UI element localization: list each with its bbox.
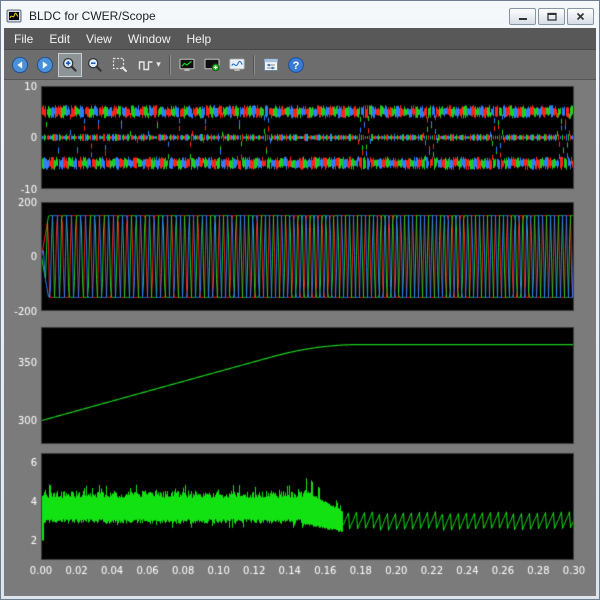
scope-plots-canvas[interactable] — [4, 80, 596, 596]
menubar: File Edit View Window Help — [4, 28, 596, 50]
help-circle-icon: ? — [287, 56, 305, 74]
close-button[interactable] — [567, 8, 594, 25]
minimize-button[interactable] — [509, 8, 536, 25]
toolbar-separator — [169, 55, 171, 75]
maximize-icon — [547, 12, 557, 21]
scope-client-area: File Edit View Window Help — [4, 28, 596, 596]
chevron-down-icon: ▾ — [156, 60, 161, 69]
maximize-button[interactable] — [538, 8, 565, 25]
axes-scaling-icon — [137, 56, 155, 74]
arrow-left-circle-icon — [11, 56, 29, 74]
menu-view[interactable]: View — [78, 30, 120, 48]
dashed-rect-magnifier-icon — [111, 56, 129, 74]
titlebar[interactable]: BLDC for CWER/Scope — [4, 4, 596, 28]
menu-help[interactable]: Help — [179, 30, 220, 48]
help-button[interactable]: ? — [284, 53, 308, 77]
highlight-block-button[interactable] — [225, 53, 249, 77]
close-icon — [576, 12, 585, 21]
dark-monitor-trace-icon — [178, 56, 196, 74]
zoom-region-button[interactable] — [108, 53, 132, 77]
back-button[interactable] — [8, 53, 32, 77]
arrow-right-circle-icon — [36, 56, 54, 74]
window-title: BLDC for CWER/Scope — [27, 9, 504, 23]
toolbar-separator — [253, 55, 255, 75]
signal-scaling-button[interactable]: ▾ — [133, 53, 165, 77]
svg-text:?: ? — [293, 60, 300, 72]
zoom-in-button[interactable] — [58, 53, 82, 77]
capture-display-button[interactable] — [175, 53, 199, 77]
parameters-button[interactable] — [259, 53, 283, 77]
minimize-icon — [518, 12, 528, 21]
monitor-green-plus-icon — [203, 56, 221, 74]
monitor-wave-icon — [228, 56, 246, 74]
floating-scope-button[interactable] — [200, 53, 224, 77]
zoom-out-button[interactable] — [83, 53, 107, 77]
forward-button[interactable] — [33, 53, 57, 77]
magnifier-plus-icon — [61, 56, 79, 74]
scope-window: BLDC for CWER/Scope File Edit View Windo… — [0, 0, 600, 600]
plot-area — [4, 80, 596, 596]
menu-window[interactable]: Window — [120, 30, 179, 48]
properties-window-icon — [262, 56, 280, 74]
scope-block-icon — [6, 8, 22, 24]
menu-file[interactable]: File — [6, 30, 41, 48]
window-controls — [509, 8, 594, 25]
toolbar: ▾ ? — [4, 50, 596, 80]
menu-edit[interactable]: Edit — [41, 30, 78, 48]
magnifier-minus-icon — [86, 56, 104, 74]
